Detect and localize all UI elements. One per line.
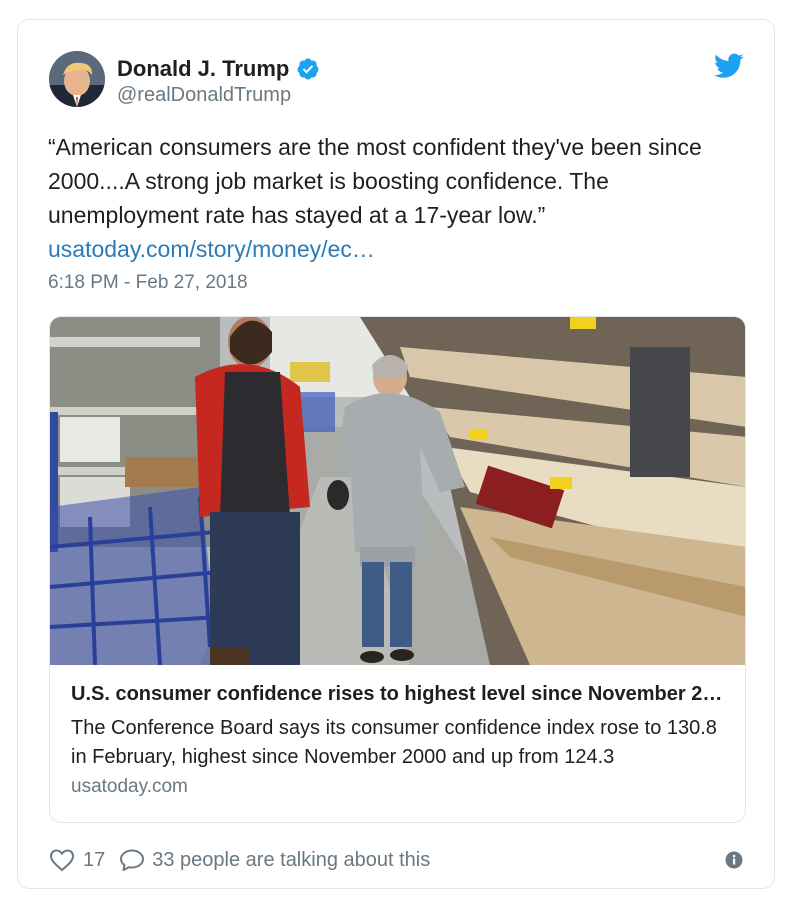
link-preview-title[interactable]: U.S. consumer confidence rises to highes…: [71, 681, 731, 707]
author-handle[interactable]: @realDonaldTrump: [117, 84, 291, 107]
like-action[interactable]: 17: [49, 848, 105, 872]
tweet-actions: 17 33 people are talking about this: [49, 848, 430, 872]
like-count: 17: [83, 848, 106, 871]
tweet-text-line: “American consumers are the most confide…: [48, 134, 702, 160]
tweet-timestamp[interactable]: 6:18 PM - Feb 27, 2018: [48, 272, 248, 294]
link-preview-description: The Conference Board says its consumer c…: [71, 717, 717, 768]
link-preview-domain: usatoday.com: [71, 776, 188, 797]
heart-icon[interactable]: [49, 848, 75, 872]
author-name[interactable]: Donald J. Trump: [117, 56, 289, 82]
twitter-bird-icon[interactable]: [714, 53, 744, 79]
link-preview-body: U.S. consumer confidence rises to highes…: [71, 681, 731, 798]
link-preview-card[interactable]: U.S. consumer confidence rises to highes…: [49, 316, 746, 823]
conversation-action[interactable]: 33 people are talking about this: [119, 848, 430, 872]
embedded-tweet-card: Donald J. Trump @realDonaldTrump “Americ…: [17, 19, 775, 889]
avatar[interactable]: [49, 51, 105, 107]
profile-photo-icon: [49, 51, 105, 107]
tweet-text: “American consumers are the most confide…: [48, 130, 758, 266]
tweet-text-line: 2000....A strong job market is boosting …: [48, 168, 609, 194]
verified-badge-icon: [297, 58, 319, 80]
conversation-label: 33 people are talking about this: [152, 848, 431, 871]
store-aisle-photo: [50, 317, 745, 665]
speech-bubble-icon[interactable]: [119, 848, 145, 872]
info-icon[interactable]: [725, 851, 743, 869]
tweet-link[interactable]: usatoday.com/story/money/ec…: [48, 232, 758, 266]
tweet-text-line: unemployment rate has stayed at a 17-yea…: [48, 202, 546, 228]
